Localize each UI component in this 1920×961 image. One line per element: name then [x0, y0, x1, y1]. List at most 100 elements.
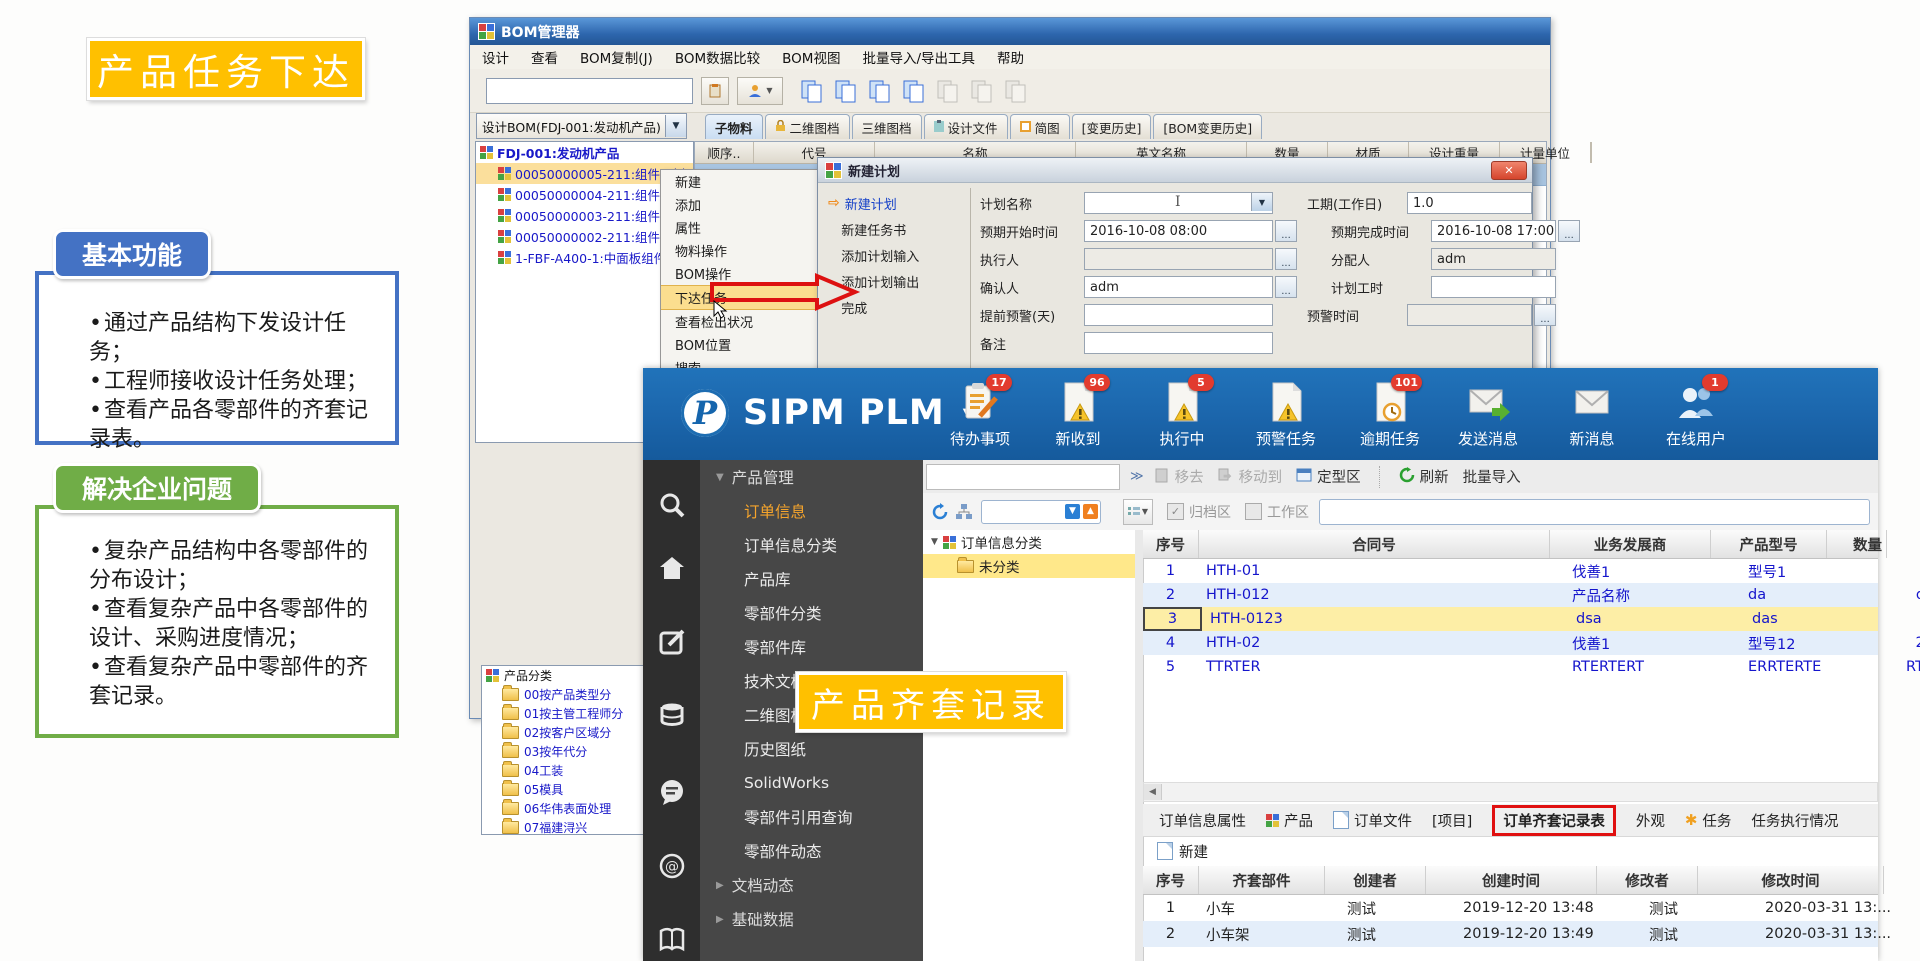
- new-button[interactable]: 新建: [1179, 841, 1208, 862]
- order-class-unclassified[interactable]: 未分类: [923, 554, 1135, 578]
- ellipsis-button[interactable]: ...: [1534, 304, 1556, 326]
- toolbar-button-3[interactable]: 定型区: [1296, 466, 1361, 487]
- category-item[interactable]: 04工装: [482, 761, 652, 780]
- field-input[interactable]: [1084, 304, 1273, 326]
- detail-tab-7[interactable]: ✱任务: [1685, 810, 1732, 831]
- record-row[interactable]: 1小车测试2019-12-20 13:48测试2020-03-31 13:...: [1143, 895, 1878, 921]
- category-item[interactable]: 07福建浔兴: [482, 818, 652, 835]
- move-down-icon[interactable]: ▼: [1065, 504, 1080, 519]
- detail-tab-3[interactable]: 订单文件: [1333, 810, 1412, 831]
- copy-document-icon[interactable]: [797, 76, 827, 106]
- archive-checkbox[interactable]: ✓: [1167, 503, 1184, 520]
- ellipsis-button[interactable]: ...: [1558, 220, 1580, 242]
- detail-tab-5[interactable]: 订单齐套记录表: [1492, 805, 1616, 836]
- category-root[interactable]: 产品分类: [482, 666, 652, 685]
- order-row[interactable]: 1HTH-01伐善1型号12: [1143, 559, 1878, 583]
- bom-tree-root[interactable]: FDJ-001:发动机产品: [476, 142, 693, 163]
- org-chart-icon[interactable]: [955, 503, 973, 521]
- record-column-header[interactable]: 齐套部件: [1199, 866, 1325, 894]
- nav-item-11[interactable]: 零部件动态: [700, 834, 923, 868]
- nav-item-1[interactable]: 订单信息: [700, 494, 923, 528]
- detail-tab-4[interactable]: [项目]: [1432, 810, 1472, 831]
- refresh-tree-icon[interactable]: [931, 503, 949, 521]
- record-column-header[interactable]: 创建者: [1325, 866, 1426, 894]
- ellipsis-button[interactable]: ...: [1275, 276, 1297, 298]
- book-icon[interactable]: [643, 916, 700, 961]
- header-icon-3[interactable]: 5执行中: [1134, 380, 1230, 449]
- field-input[interactable]: 2016-10-08 17:00: [1431, 220, 1556, 242]
- header-icon-4[interactable]: 预警任务: [1238, 380, 1334, 449]
- dialog-titlebar[interactable]: 新建计划 ✕: [818, 158, 1532, 183]
- copy-document-icon[interactable]: [865, 76, 895, 106]
- nav-item-10[interactable]: 零部件引用查询: [700, 800, 923, 834]
- paste-button[interactable]: [701, 77, 729, 105]
- support-at-icon[interactable]: @: [643, 842, 700, 890]
- dialog-nav-item[interactable]: 完成: [828, 294, 964, 320]
- bom-menu-item[interactable]: BOM复制(J): [580, 47, 653, 67]
- tree-filter-input[interactable]: ▼ ▲: [981, 500, 1101, 524]
- dialog-nav-item[interactable]: 新建任务书: [828, 216, 964, 242]
- quick-search-input[interactable]: [1319, 499, 1870, 525]
- chat-icon[interactable]: [643, 768, 700, 816]
- scroll-left-icon[interactable]: ◀: [1144, 784, 1162, 800]
- nav-section-collapsed-2[interactable]: ▶基础数据: [700, 902, 923, 936]
- category-item[interactable]: 03按年代分: [482, 742, 652, 761]
- close-button[interactable]: ✕: [1491, 161, 1527, 180]
- tree-expand-icon[interactable]: ▼: [931, 537, 938, 547]
- home-icon[interactable]: [643, 544, 700, 592]
- bom-tab-4[interactable]: 设计文件: [924, 114, 1008, 139]
- bom-tab-7[interactable]: [BOM变更历史]: [1153, 114, 1262, 139]
- bom-menu-item[interactable]: 查看: [531, 47, 558, 67]
- dialog-nav-item[interactable]: 添加计划输入: [828, 242, 964, 268]
- bom-column-header[interactable]: 设计: [1591, 142, 1592, 163]
- edit-icon[interactable]: [643, 618, 700, 666]
- nav-item-4[interactable]: 零部件分类: [700, 596, 923, 630]
- record-row[interactable]: 2小车架测试2019-12-20 13:49测试2020-03-31 13:..…: [1143, 921, 1878, 947]
- horizontal-scrollbar[interactable]: ◀: [1143, 782, 1878, 802]
- category-item[interactable]: 05模具: [482, 780, 652, 799]
- toolbar-button-4[interactable]: 刷新: [1399, 466, 1449, 487]
- bom-titlebar[interactable]: BOM管理器: [470, 18, 1550, 45]
- order-column-header[interactable]: 数量: [1827, 530, 1887, 558]
- bom-menu-item[interactable]: BOM数据比较: [675, 47, 760, 67]
- bom-user-split-button[interactable]: ▼: [737, 77, 783, 105]
- nav-item-9[interactable]: SolidWorks: [700, 766, 923, 800]
- detail-tab-2[interactable]: 产品: [1266, 810, 1313, 831]
- plm-logo[interactable]: P SIPM PLM ▼: [681, 389, 973, 437]
- header-icon-8[interactable]: 1在线用户: [1648, 380, 1744, 449]
- bom-tab-2[interactable]: 二维图档: [765, 114, 850, 139]
- toolbar-button-5[interactable]: 批量导入: [1463, 466, 1521, 487]
- nav-section-product-mgmt[interactable]: ▼产品管理: [700, 460, 923, 494]
- dialog-nav-item[interactable]: ⇨新建计划: [828, 190, 964, 216]
- bom-tab-1[interactable]: 子物料: [705, 114, 763, 139]
- ellipsis-button[interactable]: ...: [1275, 248, 1297, 270]
- field-input[interactable]: [1407, 304, 1532, 326]
- bom-view-dropdown[interactable]: 设计BOM(FDJ-001:发动机产品) ▼: [476, 113, 687, 139]
- move-up-icon[interactable]: ▲: [1083, 504, 1098, 519]
- workzone-checkbox[interactable]: [1245, 503, 1262, 520]
- order-row[interactable]: 3HTH-0123dsadasas: [1143, 607, 1878, 631]
- order-class-root[interactable]: ▼ 订单信息分类: [923, 530, 1135, 554]
- order-column-header[interactable]: 序号: [1143, 530, 1199, 558]
- header-icon-6[interactable]: 发送消息: [1440, 380, 1536, 449]
- order-row[interactable]: 5TTRTERRTERTERTERRTERTERTR: [1143, 655, 1878, 679]
- combo-caret-icon[interactable]: ▼: [1251, 193, 1272, 211]
- nav-item-5[interactable]: 零部件库: [700, 630, 923, 664]
- bom-menu-item[interactable]: 设计: [482, 47, 509, 67]
- copy-document-icon[interactable]: [899, 76, 929, 106]
- header-icon-2[interactable]: 96新收到: [1030, 380, 1126, 449]
- dialog-nav-item[interactable]: 添加计划输出: [828, 268, 964, 294]
- category-item[interactable]: 00按产品类型分: [482, 685, 652, 704]
- header-icon-1[interactable]: 17待办事项: [932, 380, 1028, 449]
- record-column-header[interactable]: 创建时间: [1426, 866, 1597, 894]
- detail-tab-8[interactable]: 任务执行情况: [1751, 810, 1838, 831]
- sipm-search-icon[interactable]: [643, 482, 700, 530]
- header-icon-7[interactable]: 新消息: [1544, 380, 1640, 449]
- field-input[interactable]: adm: [1084, 276, 1273, 298]
- bom-tab-5[interactable]: 简图: [1010, 114, 1070, 139]
- category-item[interactable]: 02按客户区域分: [482, 723, 652, 742]
- nav-section-collapsed-1[interactable]: ▶文档动态: [700, 868, 923, 902]
- bom-tab-3[interactable]: 三维图档: [852, 114, 922, 139]
- bom-menu-item[interactable]: BOM视图: [782, 47, 840, 67]
- nav-item-2[interactable]: 订单信息分类: [700, 528, 923, 562]
